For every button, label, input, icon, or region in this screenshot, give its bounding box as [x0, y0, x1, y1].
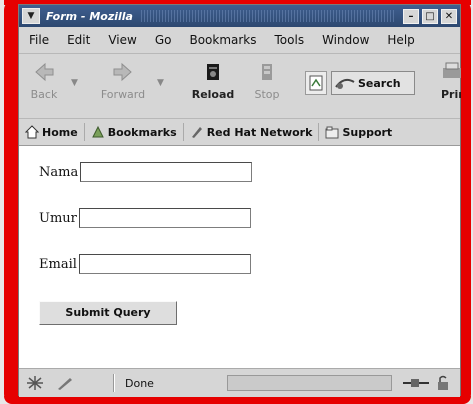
- form-row-nama: Nama: [39, 162, 253, 182]
- form-row-email: Email: [39, 254, 251, 274]
- navigation-toolbar: Back ▼ Forward ▼ Reload Stop Search Pri: [19, 54, 461, 119]
- reload-icon: [207, 64, 219, 80]
- print-button[interactable]: Print: [441, 60, 461, 104]
- submit-query-button[interactable]: Submit Query: [39, 301, 177, 325]
- home-label: Home: [42, 125, 78, 139]
- bookmarks-label: Bookmarks: [107, 125, 177, 139]
- back-button[interactable]: Back: [21, 60, 67, 101]
- menu-edit[interactable]: Edit: [67, 33, 90, 47]
- status-separator: [113, 374, 115, 392]
- bookmarks-icon: [91, 125, 104, 138]
- security-pen-icon[interactable]: [55, 375, 75, 391]
- form-row-umur: Umur: [39, 208, 251, 228]
- stop-button[interactable]: Stop: [247, 60, 287, 101]
- maximize-icon[interactable]: □: [422, 8, 438, 24]
- menu-help[interactable]: Help: [387, 33, 414, 47]
- title-bar: ▼ Form - Mozilla – □ ✕: [19, 5, 460, 27]
- forward-history-dropdown-icon[interactable]: ▼: [157, 78, 164, 88]
- email-input[interactable]: [78, 254, 251, 274]
- menu-file[interactable]: File: [29, 33, 49, 47]
- personal-toolbar: Home Bookmarks Red Hat Network Support: [19, 119, 460, 146]
- window-title: Form - Mozilla: [46, 9, 133, 23]
- red-hat-network-link[interactable]: Red Hat Network: [190, 123, 320, 141]
- page-content: Nama Umur Email Submit Query: [19, 146, 460, 368]
- connection-icon[interactable]: [401, 374, 431, 392]
- support-label: Support: [342, 125, 393, 139]
- field-label-umur: Umur: [39, 210, 77, 226]
- lock-icon[interactable]: [435, 374, 453, 392]
- search-label: Search: [358, 76, 401, 90]
- status-bar: Done: [19, 368, 460, 397]
- progress-bar: [227, 375, 392, 391]
- forward-arrow-icon: [113, 62, 132, 82]
- print-label: Print: [441, 88, 461, 101]
- menu-view[interactable]: View: [108, 33, 136, 47]
- bookmarks-button[interactable]: Bookmarks: [91, 123, 184, 141]
- menu-go[interactable]: Go: [155, 33, 172, 47]
- menu-window[interactable]: Window: [322, 33, 369, 47]
- back-arrow-icon: [35, 62, 54, 82]
- printer-icon: [443, 62, 461, 78]
- online-status-icon[interactable]: [25, 375, 45, 391]
- search-icon: [335, 78, 355, 89]
- forward-button[interactable]: Forward: [93, 60, 153, 101]
- home-icon: [25, 125, 39, 139]
- minimize-icon[interactable]: –: [403, 8, 419, 24]
- pen-icon: [191, 127, 202, 138]
- support-link[interactable]: Support: [325, 123, 398, 141]
- forward-label: Forward: [100, 88, 146, 101]
- red-hat-network-label: Red Hat Network: [206, 125, 313, 139]
- menu-tools[interactable]: Tools: [275, 33, 305, 47]
- page-proxy-icon[interactable]: [305, 71, 327, 95]
- reload-button[interactable]: Reload: [187, 60, 239, 101]
- nama-input[interactable]: [80, 162, 253, 182]
- stop-icon: [262, 64, 272, 80]
- window-menu-icon[interactable]: ▼: [22, 8, 40, 24]
- close-icon[interactable]: ✕: [441, 8, 457, 24]
- status-text: Done: [125, 377, 154, 390]
- home-button[interactable]: Home: [25, 123, 85, 141]
- stop-label: Stop: [254, 88, 280, 101]
- status-icons: [25, 374, 115, 392]
- menu-bar: File Edit View Go Bookmarks Tools Window…: [19, 27, 460, 54]
- title-bar-texture: [140, 10, 395, 22]
- menu-bookmarks[interactable]: Bookmarks: [189, 33, 256, 47]
- page-icon: [309, 75, 323, 91]
- search-button[interactable]: Search: [331, 71, 415, 95]
- folder-icon: [325, 126, 339, 139]
- back-history-dropdown-icon[interactable]: ▼: [71, 78, 78, 88]
- back-label: Back: [30, 88, 58, 101]
- field-label-email: Email: [39, 256, 77, 272]
- reload-label: Reload: [191, 88, 235, 101]
- field-label-nama: Nama: [39, 164, 79, 180]
- browser-window: ▼ Form - Mozilla – □ ✕ File Edit View Go…: [18, 4, 461, 397]
- umur-input[interactable]: [78, 208, 251, 228]
